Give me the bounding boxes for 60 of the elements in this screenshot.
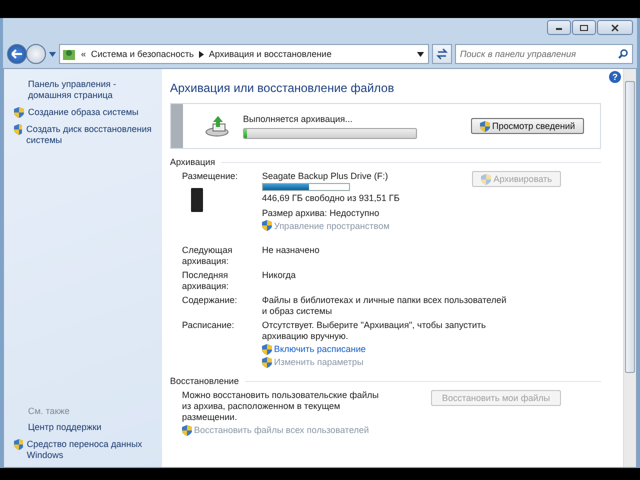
- shield-icon: [262, 344, 272, 355]
- search-field[interactable]: Поиск в панели управления: [455, 44, 633, 64]
- shield-icon: [14, 107, 24, 118]
- section-heading: Восстановление: [170, 376, 239, 386]
- backup-drive-icon: [205, 114, 231, 138]
- sidebar-link[interactable]: Создать диск восстановления системы: [26, 124, 162, 146]
- shield-icon: [480, 120, 490, 132]
- shield-icon: [182, 425, 192, 436]
- shield-icon: [14, 124, 22, 135]
- status-stripe: [171, 104, 183, 148]
- field-value: Никогда: [262, 270, 297, 281]
- address-bar[interactable]: « Система и безопасность Архивация и восстановление: [59, 44, 429, 64]
- field-value: Не назначено: [262, 245, 320, 256]
- free-space-text: 446,69 ГБ свободно из 931,51 ГБ: [262, 193, 400, 203]
- dropdown-caret-icon[interactable]: [417, 52, 424, 56]
- schedule-link[interactable]: Включить расписание: [274, 344, 366, 355]
- section-heading: Архивация: [170, 157, 216, 167]
- field-label: Последняя архивация:: [182, 270, 230, 292]
- field-value: Отсутствует. Выберите "Архивация", чтобы запустить архивацию вручную.: [262, 320, 487, 342]
- breadcrumb[interactable]: Архивация и восстановление: [208, 49, 332, 59]
- minimize-button[interactable]: [547, 20, 571, 35]
- search-icon: [618, 49, 628, 59]
- overflow-chevron[interactable]: «: [81, 49, 86, 59]
- forward-button[interactable]: [26, 44, 46, 64]
- maximize-icon: [579, 24, 589, 32]
- see-also-heading: См. также: [27, 406, 71, 416]
- field-label: Следующая архивация:: [182, 245, 234, 267]
- field-label: Содержание:: [182, 295, 238, 307]
- caret-icon[interactable]: [49, 52, 56, 56]
- refresh-icon: [436, 48, 448, 60]
- scrollbar-thumb[interactable]: [625, 81, 635, 373]
- sidebar-link[interactable]: Создание образа системы: [28, 107, 139, 118]
- shield-icon: [481, 174, 492, 184]
- vertical-scrollbar[interactable]: [623, 69, 636, 467]
- field-label: Размещение:: [182, 171, 238, 181]
- sidebar-link[interactable]: Панель управления - домашняя страница: [14, 79, 162, 101]
- field-value: Файлы в библиотеках и личные папки всех пользователей и образ системы: [262, 295, 508, 317]
- close-icon: [610, 24, 620, 32]
- sidebar-link[interactable]: Средство переноса данных Windows: [26, 439, 162, 461]
- maximize-button[interactable]: [572, 20, 596, 35]
- refresh-button[interactable]: [432, 44, 452, 64]
- sidebar-link[interactable]: Центр поддержки: [14, 422, 102, 433]
- help-button[interactable]: ?: [609, 71, 621, 83]
- drive-name: Seagate Backup Plus Drive (F:): [262, 171, 390, 181]
- shield-icon: [262, 220, 272, 231]
- back-button[interactable]: [7, 44, 27, 64]
- status-text: Выполняется архивация...: [243, 114, 354, 124]
- external-drive-icon: [190, 187, 204, 213]
- field-label: Расписание:: [182, 320, 236, 332]
- chevron-icon[interactable]: [198, 50, 204, 58]
- control-panel-icon: [62, 47, 76, 61]
- shield-icon: [14, 439, 23, 450]
- restore-description: Можно восстановить пользовательские файлы из архива, расположенном в текущем размещении.: [182, 390, 380, 423]
- page-title: Архивация или восстановление файлов: [170, 81, 396, 95]
- archive-size-text: Размер архива: Недоступно: [262, 208, 380, 218]
- breadcrumb[interactable]: Система и безопасность: [91, 49, 194, 59]
- view-details-button[interactable]: Просмотр сведений: [471, 118, 584, 134]
- back-arrow-icon: [11, 49, 23, 59]
- shield-icon: [262, 357, 272, 368]
- close-button[interactable]: [597, 20, 633, 35]
